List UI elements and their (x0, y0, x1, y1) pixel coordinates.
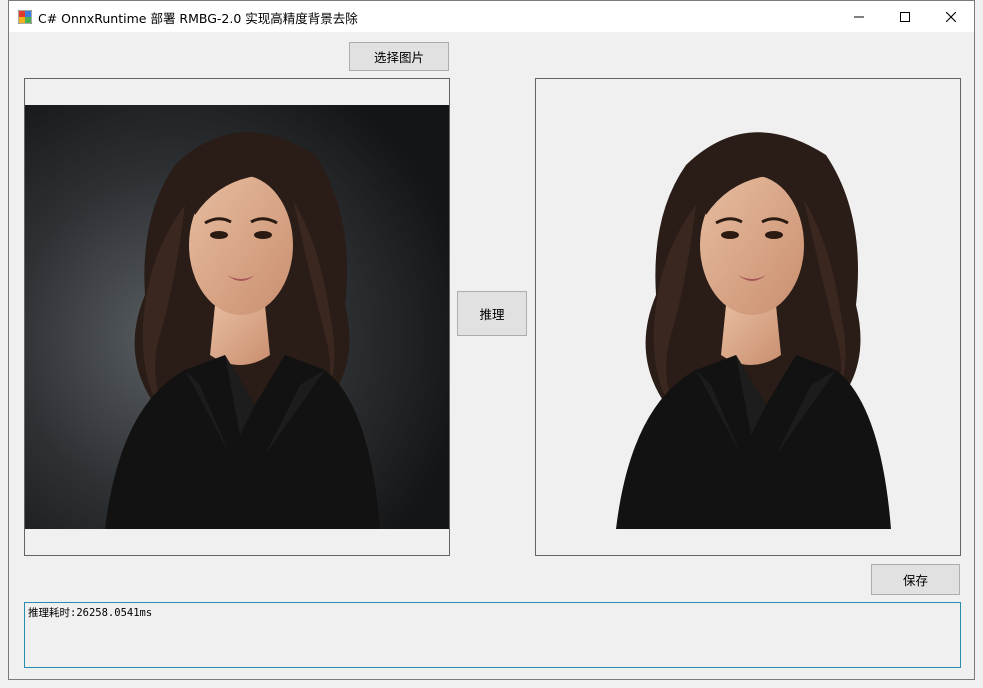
close-icon (946, 11, 956, 22)
save-button[interactable]: 保存 (871, 564, 960, 595)
result-image-box (535, 78, 961, 556)
source-image (25, 105, 449, 529)
minimize-icon (854, 16, 864, 17)
main-window: C# OnnxRuntime 部署 RMBG-2.0 实现高精度背景去除 选择图… (8, 0, 975, 680)
window-title: C# OnnxRuntime 部署 RMBG-2.0 实现高精度背景去除 (38, 11, 358, 26)
maximize-icon (900, 11, 910, 22)
maximize-button[interactable] (882, 1, 928, 32)
title-bar: C# OnnxRuntime 部署 RMBG-2.0 实现高精度背景去除 (9, 1, 974, 32)
source-image-box (24, 78, 450, 556)
result-image (616, 132, 891, 529)
app-icon (17, 9, 33, 25)
select-image-button[interactable]: 选择图片 (349, 42, 449, 71)
minimize-button[interactable] (836, 1, 882, 32)
log-textbox[interactable]: 推理耗时:26258.0541ms (24, 602, 961, 668)
infer-button[interactable]: 推理 (457, 291, 527, 336)
close-button[interactable] (928, 1, 974, 32)
